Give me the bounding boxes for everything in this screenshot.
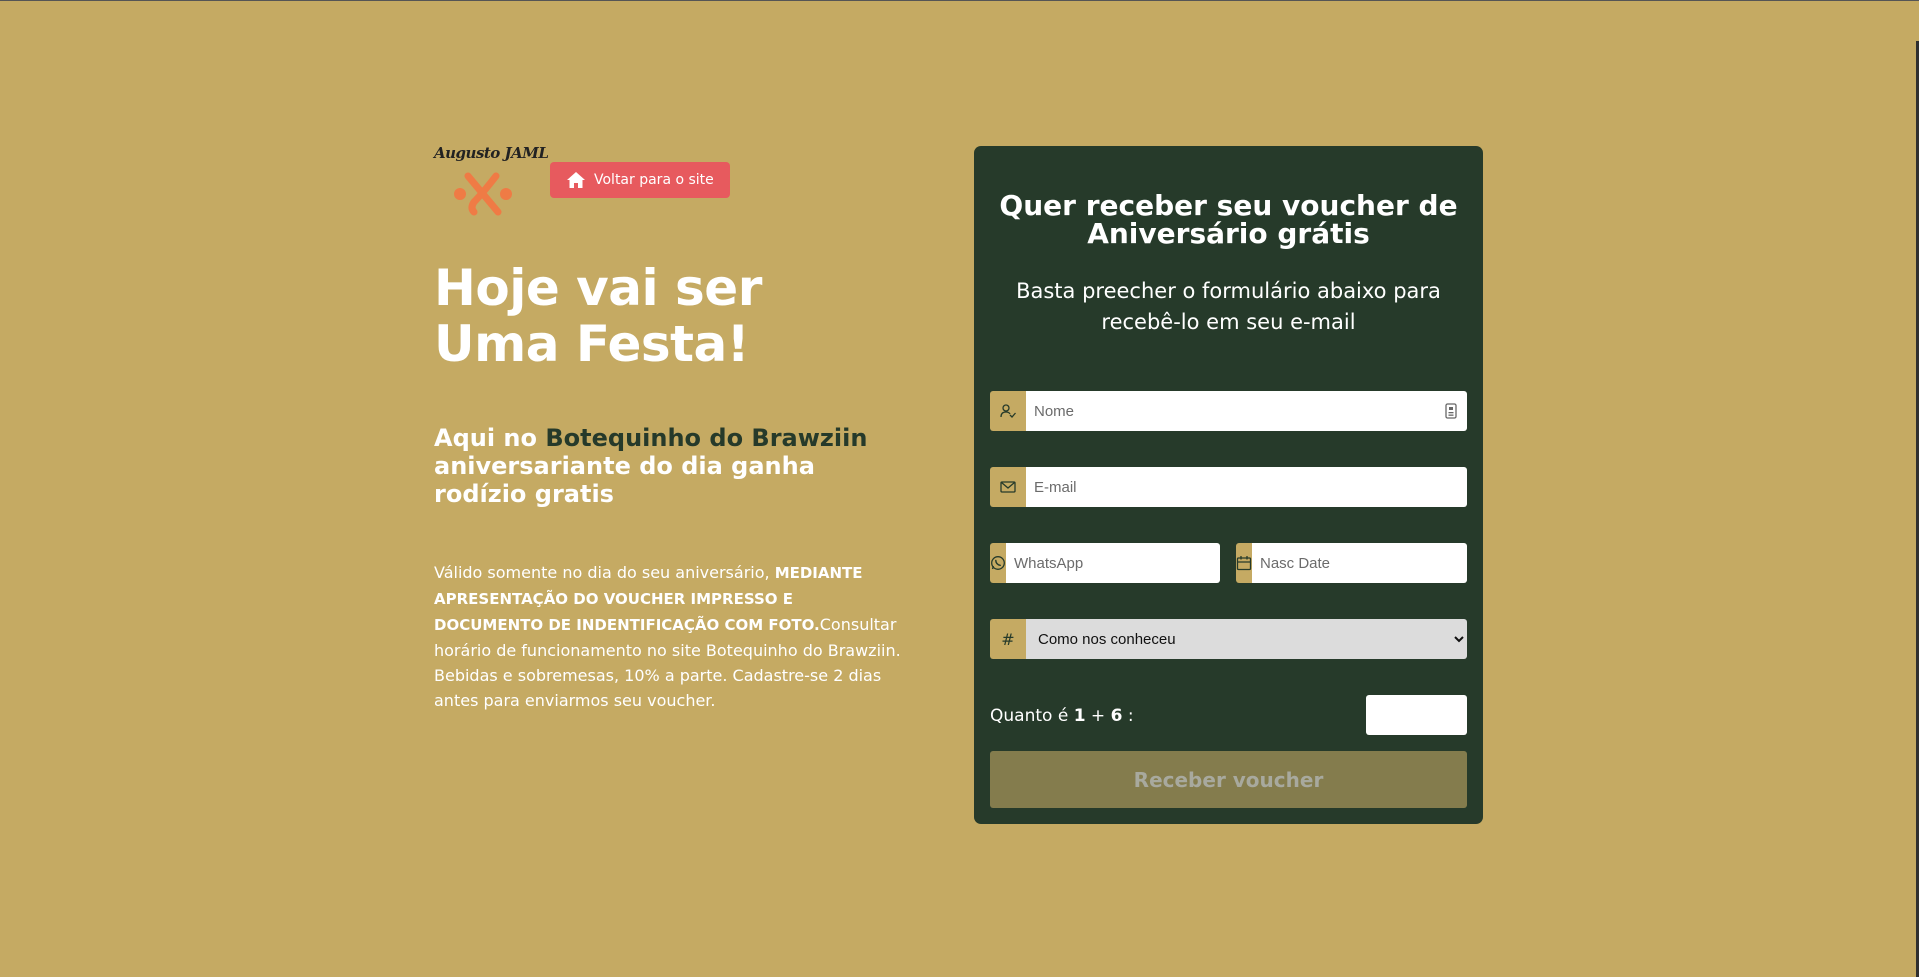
- email-input[interactable]: [1026, 467, 1467, 507]
- hero-description: Válido somente no dia do seu aniversário…: [434, 560, 904, 713]
- calendar-icon: [1236, 543, 1252, 583]
- voucher-form-panel: Quer receber seu voucher de Aniversário …: [974, 146, 1483, 824]
- hero-subtitle: Aqui no Botequinho do Brawziin aniversar…: [434, 424, 904, 508]
- logo-mark-icon: [454, 172, 512, 216]
- name-input[interactable]: [1026, 391, 1467, 431]
- submit-voucher-button[interactable]: Receber voucher: [990, 751, 1467, 808]
- source-select[interactable]: Como nos conheceu: [1026, 619, 1467, 659]
- whatsapp-input[interactable]: [1006, 543, 1220, 583]
- back-to-site-label: Voltar para o site: [594, 172, 714, 188]
- form-subtitle: Basta preecher o formulário abaixo para …: [1016, 279, 1441, 334]
- user-check-icon: [990, 391, 1026, 431]
- logo-text: Augusto JAML: [434, 144, 549, 162]
- title-line-2: Uma Festa!: [434, 315, 750, 373]
- captcha-op: +: [1085, 706, 1111, 726]
- subtitle-brand: Botequinho do Brawziin: [545, 424, 868, 452]
- title-line-1: Hoje vai ser: [434, 259, 762, 317]
- source-field: # Como nos conheceu: [990, 619, 1467, 659]
- captcha-input[interactable]: [1366, 695, 1467, 735]
- email-field: [990, 467, 1467, 507]
- subtitle-pre: Aqui no: [434, 424, 546, 452]
- whatsapp-icon: [990, 543, 1006, 583]
- birth-date-input[interactable]: [1252, 543, 1467, 583]
- home-icon: [567, 172, 585, 188]
- subtitle-post: aniversariante do dia ganha rodízio grat…: [434, 452, 815, 508]
- header-row: Augusto JAML Voltar para o site: [434, 144, 904, 220]
- logo[interactable]: Augusto JAML: [434, 144, 549, 220]
- hash-icon: #: [990, 619, 1026, 659]
- contact-card-icon[interactable]: [1445, 403, 1457, 419]
- captcha-suffix: :: [1122, 706, 1134, 726]
- envelope-icon: [990, 467, 1026, 507]
- back-to-site-button[interactable]: Voltar para o site: [550, 162, 730, 198]
- whatsapp-field: [990, 543, 1220, 583]
- form-title: Quer receber seu voucher de Aniversário …: [999, 189, 1458, 250]
- desc-pre: Válido somente no dia do seu aniversário…: [434, 563, 775, 582]
- page-title: Hoje vai ser Uma Festa!: [434, 260, 904, 372]
- captcha-a: 1: [1073, 706, 1086, 726]
- name-field: [990, 391, 1467, 431]
- captcha-prefix: Quanto é: [990, 706, 1074, 726]
- captcha-question: Quanto é 1 + 6 :: [990, 706, 1134, 726]
- captcha-b: 6: [1110, 706, 1123, 726]
- hero-section: Augusto JAML Voltar para o site Hoje vai…: [434, 144, 904, 713]
- birth-date-field: [1236, 543, 1467, 583]
